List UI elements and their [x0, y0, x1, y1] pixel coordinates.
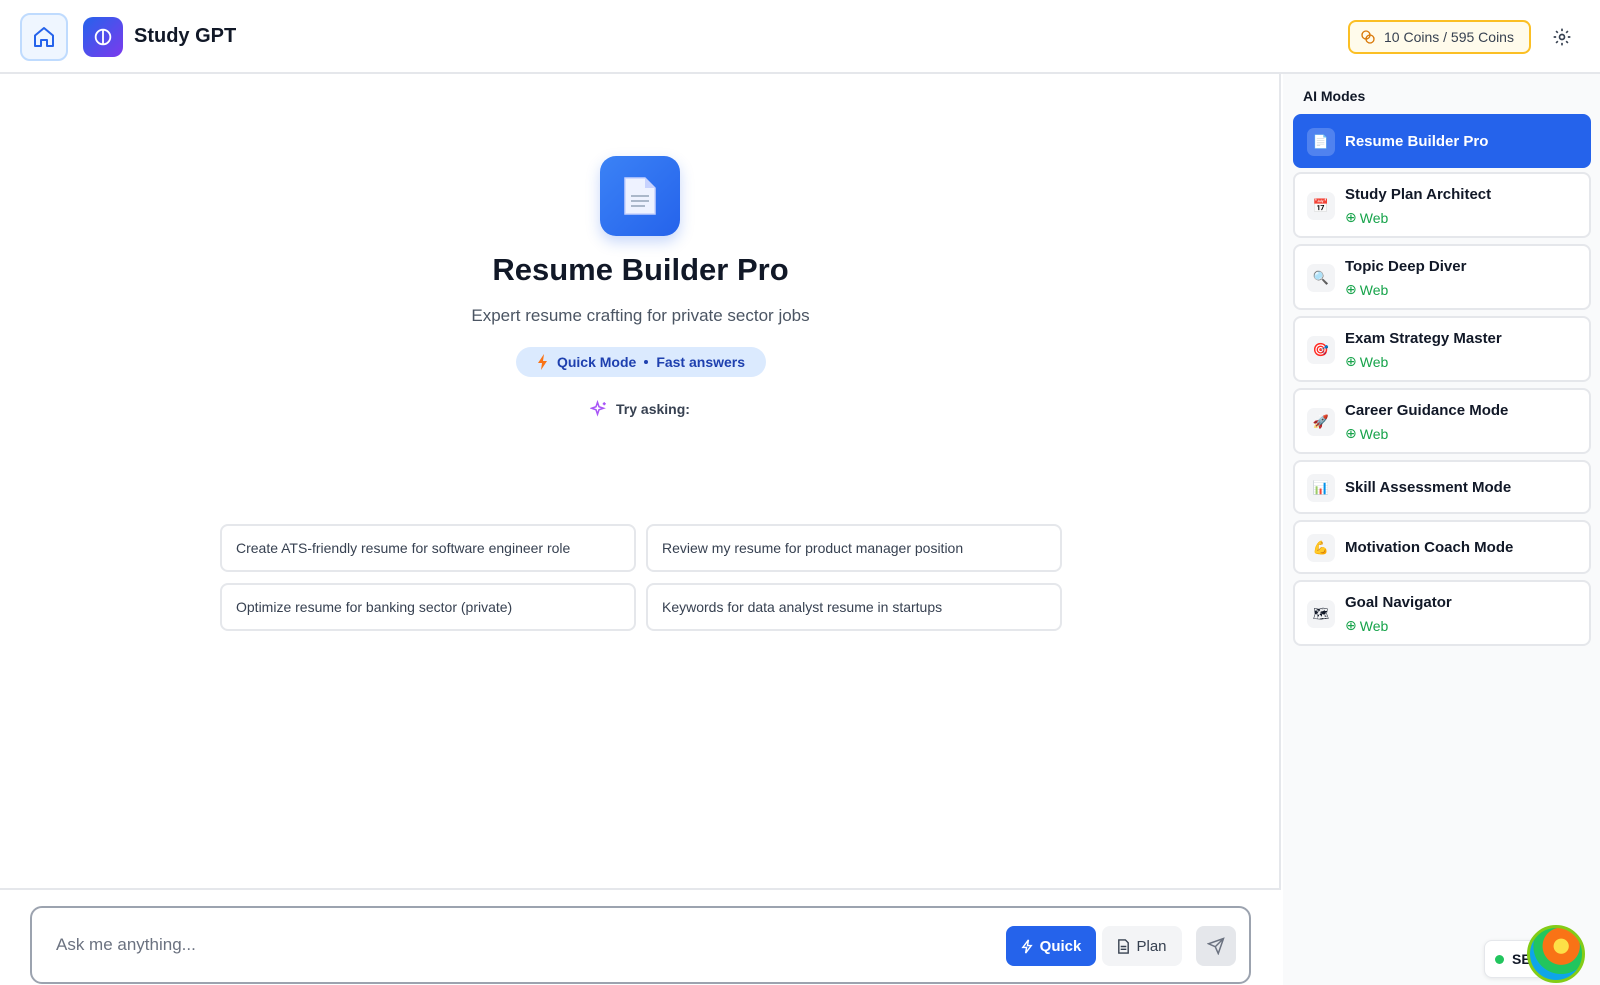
mode-item-motivation-coach-mode[interactable]: 💪 Motivation Coach Mode — [1293, 520, 1591, 574]
flexed-arm-icon: 💪 — [1307, 534, 1335, 562]
avatar[interactable] — [1527, 925, 1585, 983]
globe-icon: ⊕ — [1345, 281, 1357, 297]
rocket-icon: 🚀 — [1307, 408, 1335, 436]
coins-label: 10 Coins / 595 Coins — [1384, 29, 1514, 45]
try-asking-heading: Try asking: — [590, 400, 690, 418]
coins-badge[interactable]: 10 Coins / 595 Coins — [1348, 20, 1531, 54]
top-header: Study GPT 10 Coins / 595 Coins — [0, 0, 1600, 74]
suggestion-button[interactable]: Optimize resume for banking sector (priv… — [220, 583, 636, 631]
web-badge: ⊕ Web — [1345, 209, 1388, 226]
gear-icon — [1553, 28, 1571, 46]
plan-mode-label: Plan — [1136, 937, 1167, 955]
mode-item-resume-builder-pro[interactable]: 📄 Resume Builder Pro — [1293, 114, 1591, 168]
globe-icon: ⊕ — [1345, 425, 1357, 441]
sparkles-icon — [590, 400, 606, 417]
try-asking-label: Try asking: — [616, 401, 690, 417]
mode-label: Goal Navigator — [1345, 594, 1452, 611]
web-label: Web — [1359, 281, 1389, 298]
online-dot — [1495, 954, 1504, 964]
lightning-icon — [1021, 939, 1033, 953]
home-button[interactable] — [20, 13, 68, 61]
ai-modes-sidebar: AI Modes 📄 Resume Builder Pro 📅 Study Pl… — [1283, 74, 1600, 985]
web-badge: ⊕ Web — [1345, 353, 1388, 370]
send-icon — [1207, 937, 1225, 955]
mode-badge-label: Quick Mode — [556, 354, 637, 370]
chat-main: Resume Builder Pro Expert resume craftin… — [0, 74, 1281, 985]
sidebar-title: AI Modes — [1303, 88, 1366, 104]
composer-area: Quick Plan — [0, 888, 1281, 985]
plan-mode-button[interactable]: Plan — [1102, 926, 1182, 966]
document-icon: 📄 — [1307, 128, 1335, 156]
settings-button[interactable] — [1551, 26, 1573, 48]
file-icon — [1118, 938, 1130, 954]
web-badge: ⊕ Web — [1345, 281, 1388, 298]
mode-label: Skill Assessment Mode — [1345, 479, 1512, 496]
mode-label: Career Guidance Mode — [1345, 402, 1509, 419]
web-label: Web — [1359, 209, 1389, 226]
web-label: Web — [1359, 425, 1389, 442]
map-icon: 🗺 — [1307, 600, 1335, 628]
lightning-icon — [537, 354, 547, 370]
mode-label: Resume Builder Pro — [1345, 133, 1489, 150]
globe-icon: ⊕ — [1345, 209, 1357, 225]
quick-mode-button[interactable]: Quick — [1006, 926, 1096, 966]
mode-item-exam-strategy-master[interactable]: 🎯 Exam Strategy Master ⊕ Web — [1293, 316, 1591, 382]
separator-dot — [644, 360, 649, 364]
composer: Quick Plan — [30, 906, 1251, 984]
web-badge: ⊕ Web — [1345, 617, 1388, 634]
mode-item-career-guidance-mode[interactable]: 🚀 Career Guidance Mode ⊕ Web — [1293, 388, 1591, 454]
quick-mode-label: Quick — [1039, 937, 1082, 955]
globe-icon: ⊕ — [1345, 353, 1357, 369]
mode-item-goal-navigator[interactable]: 🗺 Goal Navigator ⊕ Web — [1293, 580, 1591, 646]
home-icon — [34, 27, 54, 47]
mode-title: Resume Builder Pro — [492, 252, 789, 287]
mode-label: Topic Deep Diver — [1345, 258, 1467, 275]
message-input[interactable] — [56, 930, 996, 960]
mode-label: Exam Strategy Master — [1345, 330, 1502, 347]
suggestion-button[interactable]: Keywords for data analyst resume in star… — [646, 583, 1062, 631]
suggestion-button[interactable]: Review my resume for product manager pos… — [646, 524, 1062, 572]
target-icon: 🎯 — [1307, 336, 1335, 364]
mode-label: Motivation Coach Mode — [1345, 539, 1514, 556]
mode-item-skill-assessment-mode[interactable]: 📊 Skill Assessment Mode — [1293, 460, 1591, 514]
mode-item-study-plan-architect[interactable]: 📅 Study Plan Architect ⊕ Web — [1293, 172, 1591, 238]
send-button[interactable] — [1196, 926, 1236, 966]
suggestion-button[interactable]: Create ATS-friendly resume for software … — [220, 524, 636, 572]
app-title: Study GPT — [134, 25, 237, 47]
mode-label: Study Plan Architect — [1345, 186, 1492, 203]
web-label: Web — [1359, 617, 1389, 634]
web-label: Web — [1359, 353, 1389, 370]
coins-icon — [1361, 30, 1375, 44]
mode-item-topic-deep-diver[interactable]: 🔍 Topic Deep Diver ⊕ Web — [1293, 244, 1591, 310]
magnifier-icon: 🔍 — [1307, 264, 1335, 292]
mode-badge-detail: Fast answers — [656, 354, 746, 370]
globe-icon: ⊕ — [1345, 617, 1357, 633]
brain-icon — [83, 17, 123, 57]
document-icon — [600, 156, 680, 236]
mode-subtitle: Expert resume crafting for private secto… — [471, 306, 810, 325]
web-badge: ⊕ Web — [1345, 425, 1388, 442]
calendar-icon: 📅 — [1307, 192, 1335, 220]
mode-badge: Quick Mode Fast answers — [516, 347, 766, 377]
bar-chart-icon: 📊 — [1307, 474, 1335, 502]
